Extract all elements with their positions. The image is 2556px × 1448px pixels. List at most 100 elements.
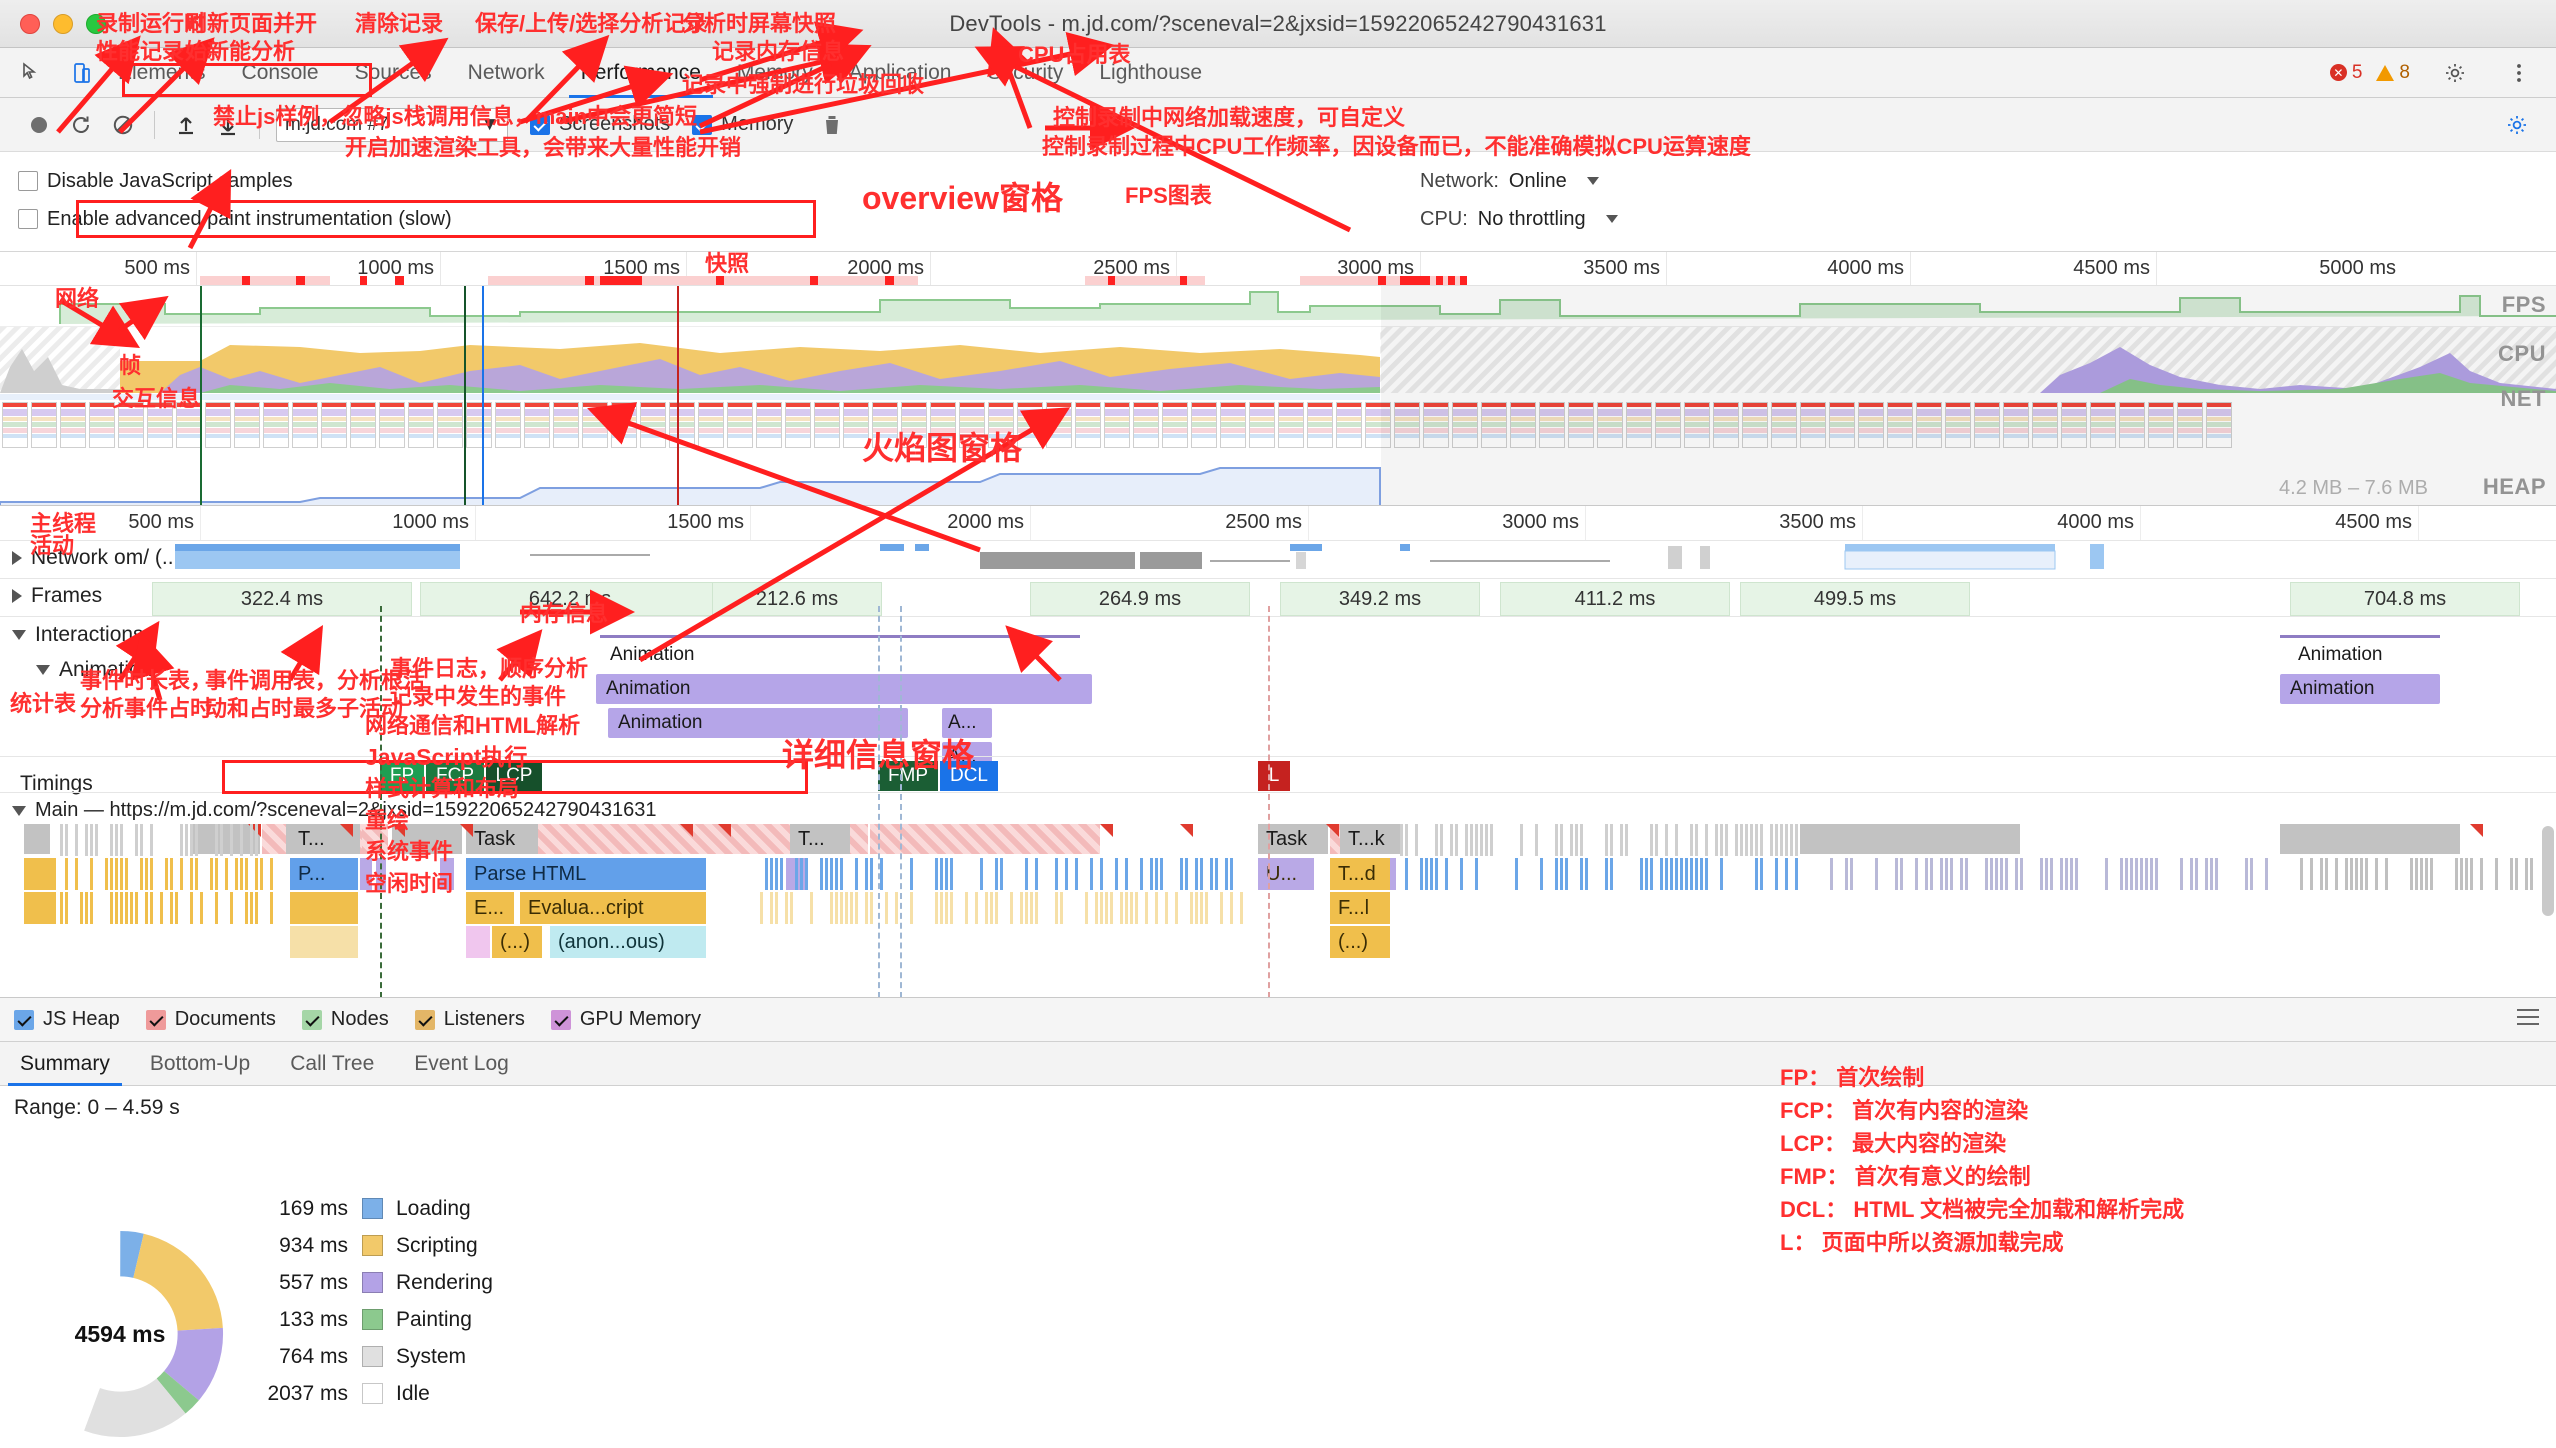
flame-block-evaluate-script[interactable]: Evalua...cript (520, 892, 706, 924)
animation-bar-3[interactable]: Animation (608, 708, 908, 738)
clear-icon[interactable] (102, 104, 144, 146)
counter-documents[interactable]: Documents (146, 1008, 276, 1031)
flame-block-task-named[interactable]: T... (790, 824, 850, 854)
timing-marker-l[interactable]: L (1258, 761, 1290, 791)
legend-row[interactable]: 557 ms Rendering (238, 1264, 493, 1301)
animation-bar-2[interactable]: Animation (596, 674, 1092, 704)
flame-block-scripting[interactable] (24, 892, 56, 924)
frame-block[interactable]: 322.4 ms (152, 582, 412, 616)
record-icon[interactable] (18, 104, 60, 146)
flame-block-task-named[interactable]: Task (466, 824, 538, 854)
filmstrip-frame[interactable] (1307, 402, 1333, 448)
disable-js-samples-checkbox[interactable]: Disable JavaScript samples (18, 162, 452, 200)
filmstrip-frame[interactable] (292, 402, 318, 448)
track-main[interactable]: Main — https://m.jd.com/?sceneval=2&jxsi… (12, 799, 657, 822)
flame-block-named[interactable]: F...l (1330, 892, 1390, 924)
frame-block[interactable]: 212.6 ms (712, 582, 882, 616)
filmstrip-frame[interactable] (669, 402, 695, 448)
tab-call-tree[interactable]: Call Tree (270, 1042, 394, 1086)
filmstrip-frame[interactable] (1075, 402, 1101, 448)
flame-block-parse-html[interactable]: Parse HTML (466, 858, 706, 890)
filmstrip-frame[interactable] (379, 402, 405, 448)
legend-row[interactable]: 2037 ms Idle (238, 1375, 493, 1412)
legend-row[interactable]: 934 ms Scripting (238, 1227, 493, 1264)
gear-icon[interactable] (2436, 54, 2474, 92)
filmstrip-frame[interactable] (582, 402, 608, 448)
filmstrip-frame[interactable] (785, 402, 811, 448)
legend-row[interactable]: 133 ms Painting (238, 1301, 493, 1338)
cpu-throttling-select[interactable]: CPU: No throttling (1420, 200, 1618, 238)
animation-bar-7[interactable]: Animation (2280, 674, 2440, 704)
filmstrip-frame[interactable] (1162, 402, 1188, 448)
filmstrip-frame[interactable] (1046, 402, 1072, 448)
legend-row[interactable]: 169 ms Loading (238, 1190, 493, 1227)
network-throttling-select[interactable]: Network: Online (1420, 162, 1618, 200)
filmstrip-frame[interactable] (466, 402, 492, 448)
tab-bottom-up[interactable]: Bottom-Up (130, 1042, 270, 1086)
more-vertical-icon[interactable] (2500, 54, 2538, 92)
filmstrip-frame[interactable] (553, 402, 579, 448)
flame-block-misc[interactable] (466, 926, 490, 958)
counter-nodes[interactable]: Nodes (302, 1008, 389, 1031)
error-count-badge[interactable]: ✕ 5 (2330, 62, 2363, 84)
filmstrip-frame[interactable] (756, 402, 782, 448)
reload-record-icon[interactable] (60, 104, 102, 146)
track-frames[interactable]: Frames (12, 584, 102, 608)
frame-block[interactable]: 411.2 ms (1500, 582, 1730, 616)
flame-block-named[interactable]: T...d (1330, 858, 1390, 890)
filmstrip-frame[interactable] (1133, 402, 1159, 448)
tab-event-log[interactable]: Event Log (394, 1042, 529, 1086)
menu-icon[interactable] (2516, 1008, 2540, 1031)
perf-settings-gear-icon[interactable] (2496, 104, 2538, 146)
filmstrip-frame[interactable] (1104, 402, 1130, 448)
filmstrip-frame[interactable] (234, 402, 260, 448)
filmstrip-frame[interactable] (611, 402, 637, 448)
flame-block-named[interactable]: (...) (492, 926, 542, 958)
tab-summary[interactable]: Summary (0, 1042, 130, 1086)
animation-bar-4[interactable]: A... (942, 708, 992, 738)
overview-pane[interactable]: 500 ms 1000 ms 1500 ms 2000 ms 2500 ms 3… (0, 252, 2556, 506)
filmstrip-frame[interactable] (205, 402, 231, 448)
filmstrip-frame[interactable] (1191, 402, 1217, 448)
counter-listeners[interactable]: Listeners (415, 1008, 525, 1031)
flame-block-task[interactable] (2280, 824, 2460, 854)
animation-label-6[interactable]: Animation (2288, 641, 2468, 669)
flame-block-named[interactable]: U... (1258, 858, 1314, 890)
flame-block-named[interactable]: P... (290, 858, 358, 890)
trash-collect-garbage-icon[interactable] (811, 104, 853, 146)
flame-block-scripting[interactable] (24, 858, 56, 890)
filmstrip-frame[interactable] (31, 402, 57, 448)
filmstrip-frame[interactable] (1220, 402, 1246, 448)
flame-block-task-named[interactable]: T...k (1340, 824, 1400, 854)
upload-profile-icon[interactable] (165, 104, 207, 146)
flame-block-task[interactable] (24, 824, 50, 854)
flame-block-scripting[interactable] (290, 892, 358, 924)
device-toolbar-icon[interactable] (62, 54, 100, 92)
counter-js-heap[interactable]: JS Heap (14, 1008, 120, 1031)
inspect-element-icon[interactable] (12, 54, 50, 92)
flame-block-named[interactable]: (...) (1330, 926, 1390, 958)
frame-block[interactable]: 349.2 ms (1280, 582, 1480, 616)
flame-vertical-scrollbar[interactable] (2542, 826, 2554, 916)
filmstrip-frame[interactable] (524, 402, 550, 448)
frame-block[interactable]: 499.5 ms (1740, 582, 1970, 616)
counter-gpu-memory[interactable]: GPU Memory (551, 1008, 701, 1031)
filmstrip-frame[interactable] (437, 402, 463, 448)
frame-block[interactable]: 704.8 ms (2290, 582, 2520, 616)
flame-block-task[interactable] (1800, 824, 2020, 854)
filmstrip-frame[interactable] (814, 402, 840, 448)
filmstrip-frame[interactable] (495, 402, 521, 448)
warning-count-badge[interactable]: 8 (2376, 62, 2410, 84)
filmstrip-frame[interactable] (1336, 402, 1362, 448)
filmstrip-frame[interactable] (2, 402, 28, 448)
filmstrip-frame[interactable] (60, 402, 86, 448)
frame-block[interactable]: 264.9 ms (1030, 582, 1250, 616)
filmstrip-frame[interactable] (263, 402, 289, 448)
filmstrip-frame[interactable] (1249, 402, 1275, 448)
legend-row[interactable]: 764 ms System (238, 1338, 493, 1375)
filmstrip-frame[interactable] (408, 402, 434, 448)
animation-label-1[interactable]: Animation (600, 641, 1080, 669)
filmstrip-frame[interactable] (698, 402, 724, 448)
filmstrip-frame[interactable] (321, 402, 347, 448)
filmstrip-frame[interactable] (640, 402, 666, 448)
